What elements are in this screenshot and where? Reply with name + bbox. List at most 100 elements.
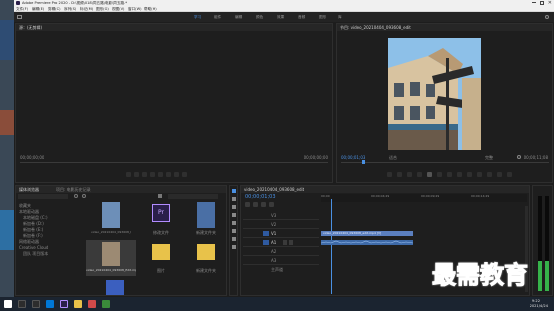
media-item[interactable]: 新建文件夹 [186, 240, 226, 276]
folder-item[interactable]: Creative Cloud [19, 245, 48, 250]
app-icon[interactable] [88, 300, 96, 308]
track-target-icon[interactable] [263, 231, 269, 236]
media-item-selected[interactable]: video_20210404_093608_Edit.mp4 [86, 240, 136, 276]
minimize-icon[interactable] [532, 2, 536, 3]
timeline-timecode[interactable]: 00;00;01;03 [245, 194, 276, 200]
file-explorer-icon[interactable] [74, 300, 82, 308]
linked-selection-icon[interactable] [253, 202, 258, 207]
folder-item[interactable]: 新加卷 (D:) [23, 221, 44, 226]
back-icon[interactable] [74, 194, 78, 198]
play-icon[interactable] [150, 172, 155, 177]
pen-tool-icon[interactable] [232, 229, 236, 233]
folder-item[interactable]: 本地驱动器 [19, 209, 39, 214]
media-item[interactable]: video_20210404_093608_Edit.mp4 [91, 202, 131, 238]
time-ruler[interactable]: 00;00 00;00;04;29 00;00;09;29 00;00;14;2… [321, 194, 527, 202]
mark-out-icon[interactable] [134, 172, 139, 177]
track-label[interactable]: V1 [271, 231, 276, 236]
program-quality-select[interactable]: 完整 [485, 155, 493, 160]
windows-start-icon[interactable] [4, 300, 12, 308]
app-icon[interactable] [102, 300, 110, 308]
solo-icon[interactable] [289, 240, 293, 245]
folder-item[interactable]: 网络驱动器 [19, 239, 39, 244]
folder-item[interactable]: 收藏夹 [19, 203, 31, 208]
filter-icon[interactable] [158, 194, 162, 198]
mute-icon[interactable] [283, 240, 287, 245]
video-thumbnail[interactable] [106, 280, 124, 295]
source-timecode-in[interactable]: 00;00;00;00 [20, 155, 44, 160]
media-item[interactable]: 图片 [141, 240, 181, 276]
premiere-taskbar-icon[interactable] [60, 300, 68, 308]
media-item[interactable]: Pr 修改文件 [141, 202, 181, 238]
mark-in-icon[interactable] [126, 172, 131, 177]
vr-video-icon[interactable] [497, 172, 502, 177]
timeline-tab[interactable]: video_20210404_093608_edit [244, 187, 304, 192]
snap-icon[interactable] [245, 202, 250, 207]
mark-in-icon[interactable] [387, 172, 392, 177]
export-frame-icon[interactable] [477, 172, 482, 177]
workspace-tab-assembly[interactable]: 组件 [214, 14, 221, 20]
play-icon[interactable] [427, 172, 432, 177]
program-monitor-tab[interactable]: 节目: video_20210404_093608_edit [340, 25, 411, 30]
track-label[interactable]: A2 [271, 249, 276, 254]
workspace-tab-audio[interactable]: 音频 [298, 14, 305, 20]
comparison-view-icon[interactable] [487, 172, 492, 177]
step-forward-icon[interactable] [158, 172, 163, 177]
video-clip[interactable]: video_20210404_093608_edit.mp4 [V] [321, 231, 413, 236]
track-label[interactable]: A3 [271, 258, 276, 263]
export-frame-icon[interactable] [182, 172, 187, 177]
track-select-tool-icon[interactable] [232, 197, 236, 201]
track-label[interactable]: V2 [271, 222, 276, 227]
overwrite-icon[interactable] [174, 172, 179, 177]
go-to-in-icon[interactable] [407, 172, 412, 177]
folder-item[interactable]: 新加卷 (F:) [23, 233, 43, 238]
workspace-tab-color[interactable]: 颜色 [256, 14, 263, 20]
step-forward-icon[interactable] [437, 172, 442, 177]
slip-tool-icon[interactable] [232, 221, 236, 225]
step-back-icon[interactable] [417, 172, 422, 177]
mark-out-icon[interactable] [397, 172, 402, 177]
workspace-tab-effects[interactable]: 效果 [277, 14, 284, 20]
folder-item[interactable]: 本地磁盘 (C:) [23, 215, 48, 220]
forward-icon[interactable] [82, 194, 86, 198]
hand-tool-icon[interactable] [232, 237, 236, 241]
extract-icon[interactable] [467, 172, 472, 177]
workspace-tab-learn[interactable]: 学习 [194, 14, 201, 20]
track-target-icon[interactable] [263, 240, 269, 245]
edge-icon[interactable] [46, 300, 54, 308]
tab-project[interactable]: 项目: 电影历史记录 [56, 187, 91, 192]
maximize-icon[interactable] [540, 1, 544, 5]
workspace-tab-libraries[interactable]: 库 [338, 14, 342, 20]
program-playhead[interactable] [362, 160, 365, 164]
wrench-icon[interactable] [517, 155, 521, 159]
step-back-icon[interactable] [142, 172, 147, 177]
razor-tool-icon[interactable] [232, 213, 236, 217]
type-tool-icon[interactable] [232, 245, 236, 249]
insert-icon[interactable] [166, 172, 171, 177]
add-button-icon[interactable] [507, 172, 512, 177]
source-monitor-tab[interactable]: 源：(无剪辑) [19, 25, 42, 30]
selection-tool-icon[interactable] [232, 189, 236, 193]
track-label[interactable]: A1 [271, 240, 276, 245]
timeline-settings-icon[interactable] [269, 202, 274, 207]
media-item[interactable]: 新建文件夹 [186, 202, 226, 238]
folder-item[interactable]: 新加卷 (E:) [23, 227, 43, 232]
workspace-tab-editing[interactable]: 编辑 [235, 14, 242, 20]
audio-clip[interactable] [321, 240, 413, 245]
home-icon[interactable] [17, 15, 22, 19]
lift-icon[interactable] [457, 172, 462, 177]
ripple-edit-tool-icon[interactable] [232, 205, 236, 209]
track-label[interactable]: V3 [271, 213, 276, 218]
search-icon[interactable] [545, 15, 549, 19]
timeline-playhead[interactable] [331, 199, 332, 294]
workspace-tab-graphics[interactable]: 图形 [319, 14, 326, 20]
go-to-out-icon[interactable] [447, 172, 452, 177]
folder-item[interactable]: 团队 项目版本 [23, 251, 48, 256]
tab-media-browser[interactable]: 媒体浏览器 [19, 187, 39, 192]
program-fit-select[interactable]: 适合 [389, 155, 397, 160]
path-select[interactable] [18, 194, 68, 199]
task-view-icon[interactable] [32, 300, 40, 308]
search-input[interactable] [168, 194, 218, 199]
source-scrubber[interactable] [20, 162, 328, 163]
search-icon[interactable] [18, 300, 26, 308]
add-marker-icon[interactable] [261, 202, 266, 207]
